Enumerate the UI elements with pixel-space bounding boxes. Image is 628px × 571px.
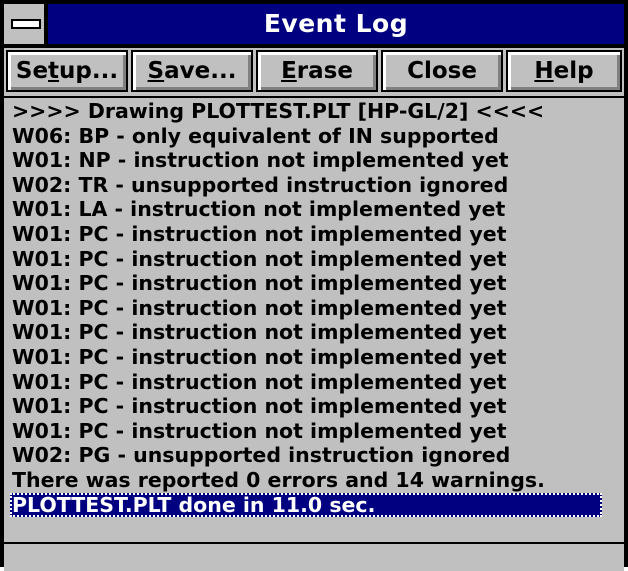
event-log-list[interactable]: >>>> Drawing PLOTTEST.PLT [HP-GL/2] <<<<… — [4, 98, 624, 571]
close-button[interactable]: Close — [381, 50, 503, 92]
toolbar: Setup... Save... Erase Close Help — [4, 48, 624, 98]
save-button[interactable]: Save... — [131, 50, 253, 92]
log-line[interactable]: There was reported 0 errors and 14 warni… — [12, 468, 545, 493]
title-bar[interactable]: Event Log — [4, 4, 624, 48]
log-line[interactable]: W01: LA - instruction not implemented ye… — [12, 197, 505, 222]
save-button-accel: S — [147, 58, 165, 84]
log-line[interactable]: W01: NP - instruction not implemented ye… — [12, 148, 509, 173]
log-line[interactable]: W02: TR - unsupported instruction ignore… — [12, 173, 508, 198]
log-line[interactable]: W01: PC - instruction not implemented ye… — [12, 320, 507, 345]
erase-button-accel: E — [281, 58, 297, 84]
log-line[interactable]: W01: PC - instruction not implemented ye… — [12, 419, 507, 444]
close-button-label: Close — [407, 58, 477, 84]
log-line-selected[interactable]: PLOTTEST.PLT done in 11.0 sec. — [10, 492, 602, 518]
help-button[interactable]: Help — [506, 50, 622, 92]
log-line[interactable]: W02: PG - unsupported instruction ignore… — [12, 443, 510, 468]
setup-button-label-pre: Se — [15, 58, 49, 84]
help-button-accel: H — [534, 58, 554, 84]
event-log-window: Event Log Setup... Save... Erase Close H… — [0, 0, 628, 571]
log-line[interactable]: W01: PC - instruction not implemented ye… — [12, 345, 507, 370]
log-line[interactable]: W01: PC - instruction not implemented ye… — [12, 222, 507, 247]
log-line[interactable]: W01: PC - instruction not implemented ye… — [12, 271, 507, 296]
log-line[interactable]: W01: PC - instruction not implemented ye… — [12, 296, 507, 321]
bottom-divider — [4, 542, 624, 544]
log-line[interactable]: W01: PC - instruction not implemented ye… — [12, 370, 507, 395]
setup-button-accel: t — [48, 58, 60, 84]
erase-button[interactable]: Erase — [256, 50, 378, 92]
log-line[interactable]: W06: BP - only equivalent of IN supporte… — [12, 124, 499, 149]
log-line[interactable]: W01: PC - instruction not implemented ye… — [12, 394, 507, 419]
save-button-label-post: ave... — [164, 58, 237, 84]
setup-button[interactable]: Setup... — [6, 50, 128, 92]
log-line[interactable]: >>>> Drawing PLOTTEST.PLT [HP-GL/2] <<<< — [12, 99, 544, 124]
help-button-label-post: elp — [553, 58, 594, 84]
system-menu-icon — [11, 19, 41, 29]
erase-button-label-post: rase — [296, 58, 353, 84]
window-title: Event Log — [263, 9, 409, 38]
system-menu-button[interactable] — [4, 4, 48, 44]
setup-button-label-post: up... — [59, 58, 119, 84]
log-line[interactable]: W01: PC - instruction not implemented ye… — [12, 247, 507, 272]
